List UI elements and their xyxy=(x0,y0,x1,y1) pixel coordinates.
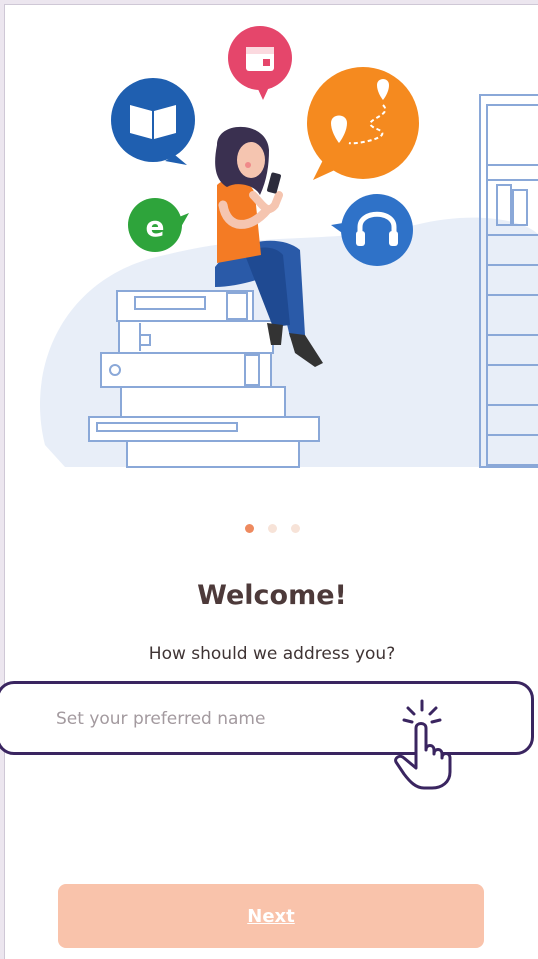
page-indicator xyxy=(5,524,538,533)
map-route-icon xyxy=(307,67,419,180)
book-icon xyxy=(111,78,195,165)
welcome-title: Welcome! xyxy=(197,580,347,611)
page-indicator-dot xyxy=(290,524,300,533)
tap-hand-icon xyxy=(394,699,452,790)
svg-text:e: e xyxy=(146,210,165,243)
name-prompt: How should we address you? xyxy=(148,644,396,664)
onboarding-screen: e Welcome! How should we address you? xyxy=(4,4,538,959)
page-indicator-dot xyxy=(267,524,277,533)
preferred-name-input[interactable] xyxy=(54,700,388,738)
onboarding-illustration: e xyxy=(40,26,538,468)
e-learning-icon: e xyxy=(128,198,189,252)
page-indicator-dot-active xyxy=(244,524,254,533)
next-button[interactable]: Next xyxy=(58,884,484,948)
calendar-icon xyxy=(228,26,292,100)
